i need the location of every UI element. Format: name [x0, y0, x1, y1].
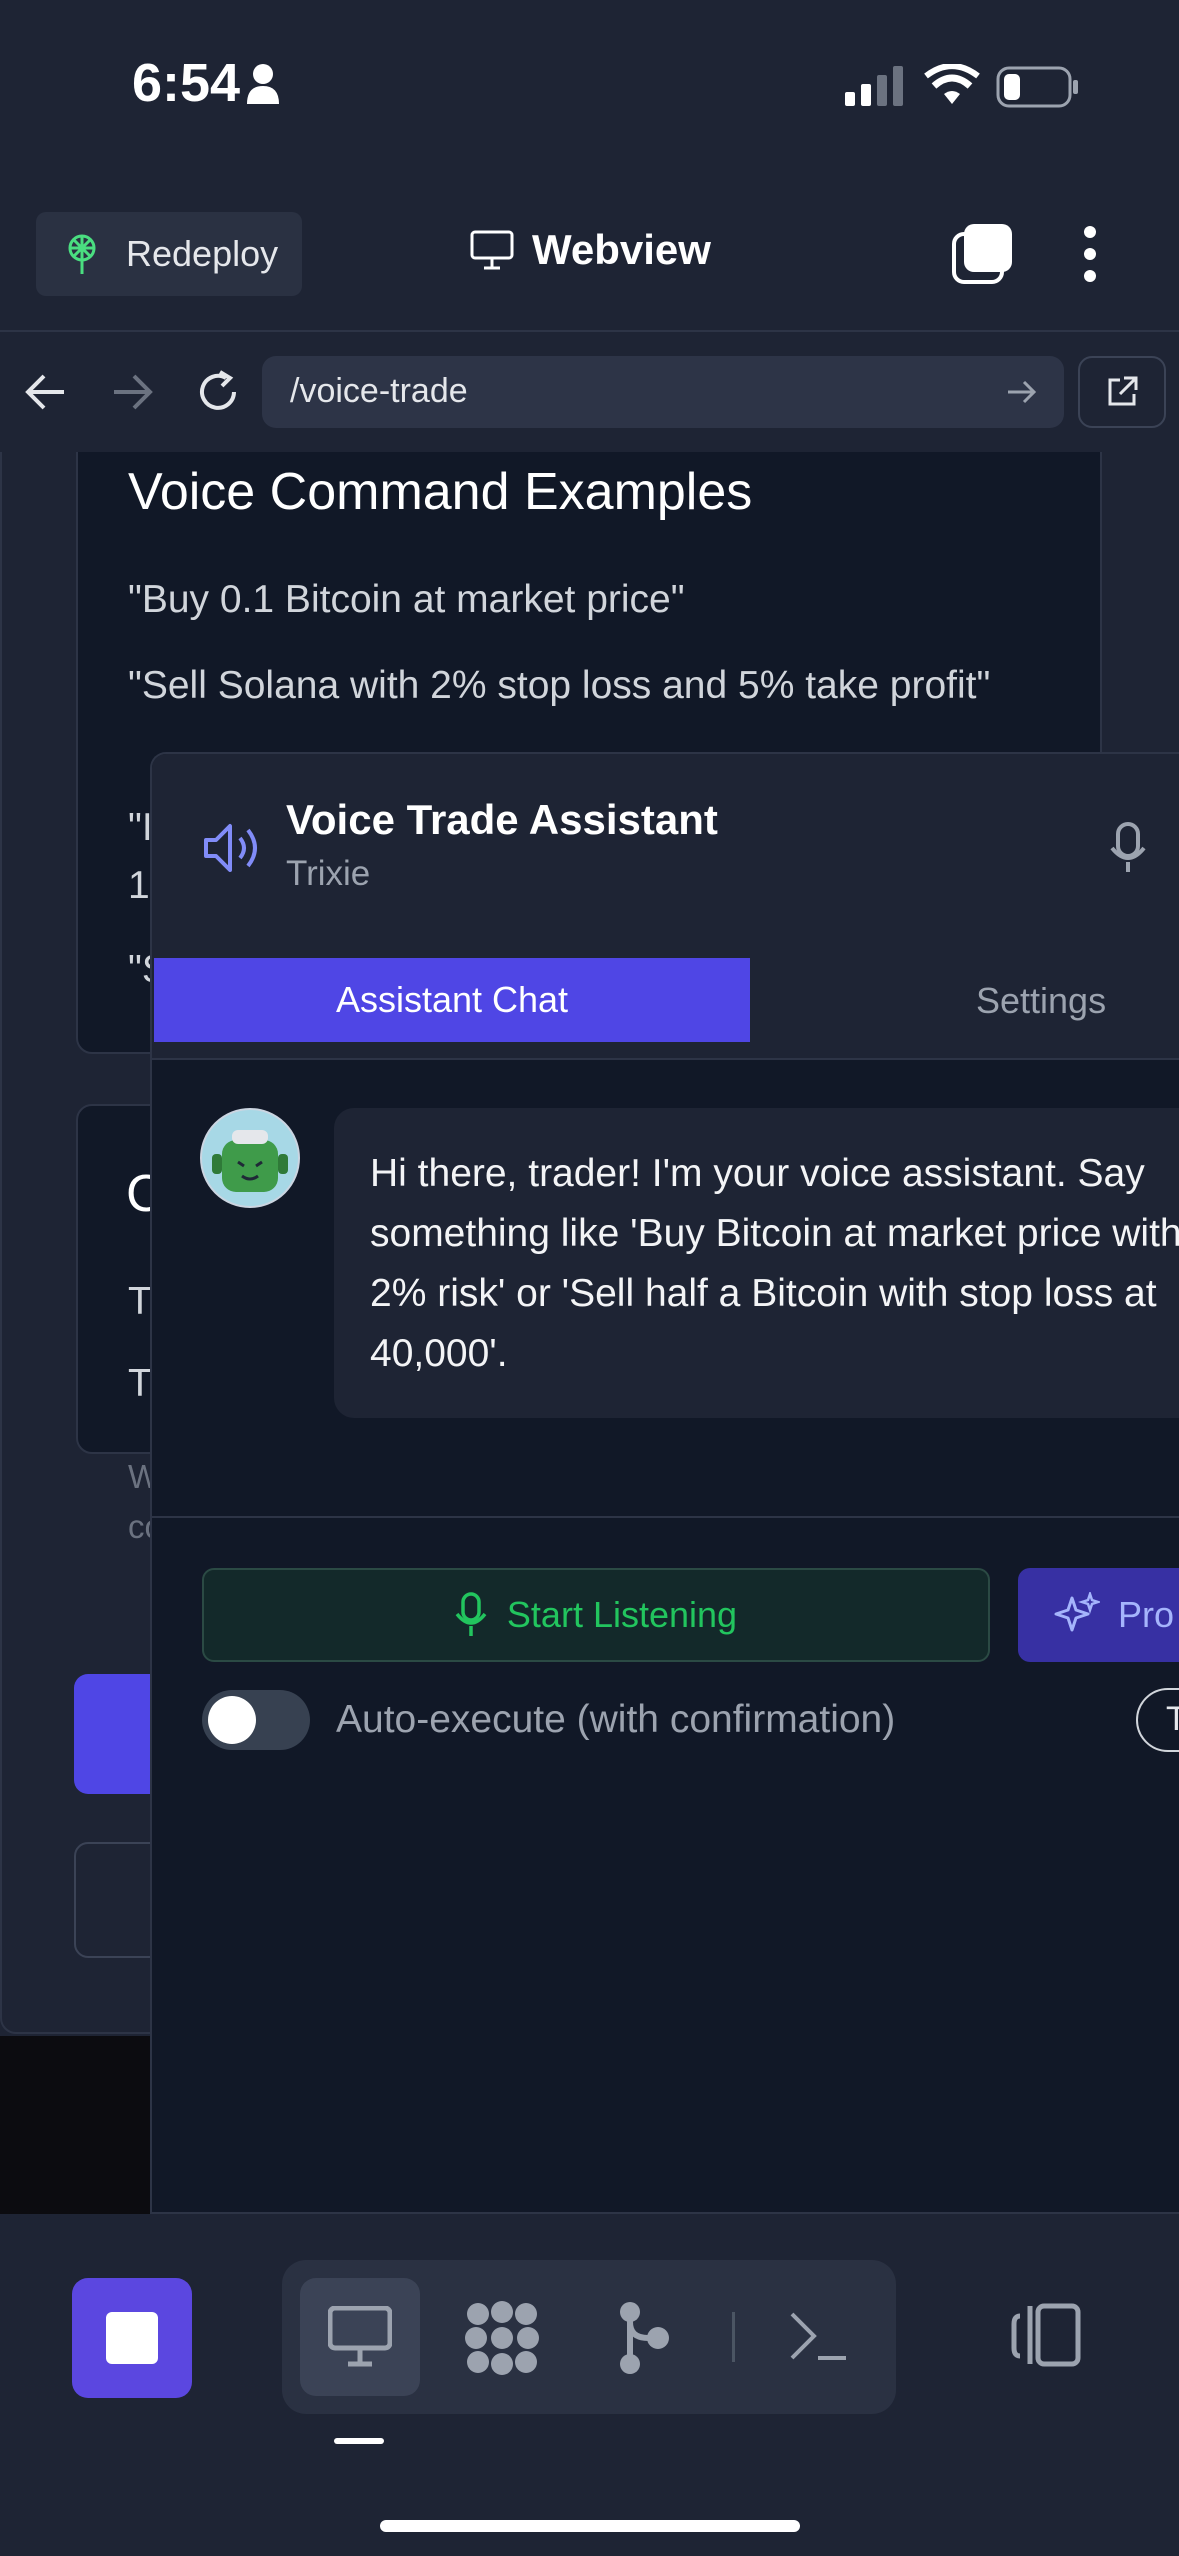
redeploy-label: Redeploy [126, 233, 279, 274]
battery-icon [996, 66, 1078, 108]
url-text: /voice-trade [290, 372, 468, 410]
redeploy-icon [68, 234, 96, 274]
auto-execute-toggle[interactable] [202, 1690, 310, 1750]
sparkles-icon [1054, 1592, 1100, 1632]
example-1: "Buy 0.1 Bitcoin at market price" [128, 578, 685, 621]
assistant-avatar [200, 1108, 300, 1208]
tab-assistant-chat[interactable]: Assistant Chat [154, 958, 750, 1042]
webview-title: Webview [470, 226, 711, 274]
auto-execute-label: Auto-execute (with confirmation) [336, 1698, 896, 1741]
example-3-partial: "I [128, 806, 153, 849]
assistant-message-text: Hi there, trader! I'm your voice assista… [370, 1152, 1179, 1375]
more-icon[interactable] [1072, 222, 1108, 286]
open-external-button[interactable] [1078, 356, 1166, 428]
toggle-knob [208, 1696, 256, 1744]
examples-title: Voice Command Examples [128, 463, 753, 521]
grid-dots-icon[interactable] [464, 2300, 540, 2376]
example-2: "Sell Solana with 2% stop loss and 5% ta… [128, 664, 991, 707]
url-input[interactable]: /voice-trade [262, 356, 1064, 428]
person-icon [247, 64, 279, 104]
partial-pill-button[interactable]: T [1136, 1688, 1179, 1752]
second-card-line-1: T [128, 1280, 152, 1323]
wifi-icon [924, 64, 980, 104]
tab-settings[interactable]: Settings [976, 980, 1106, 1022]
monitor-icon [328, 2306, 392, 2367]
microphone-icon [455, 1592, 487, 1636]
start-listening-button[interactable]: Start Listening [202, 1568, 990, 1662]
forward-icon[interactable] [110, 372, 154, 412]
second-card-line-2: T [128, 1362, 152, 1405]
speaker-icon [204, 824, 257, 872]
robot-avatar-icon [212, 1130, 288, 1192]
home-indicator [380, 2520, 800, 2532]
reload-icon[interactable] [194, 368, 242, 416]
panel-tabs: Assistant Chat Settings [152, 938, 1179, 1060]
terminal-icon[interactable] [788, 2306, 848, 2366]
tool-webview-active[interactable] [300, 2278, 420, 2396]
back-icon[interactable] [24, 372, 68, 412]
panel-subtitle: Trixie [286, 854, 371, 893]
go-arrow-icon[interactable] [1006, 378, 1038, 406]
signal-icon [845, 66, 903, 106]
active-tool-indicator [334, 2438, 384, 2444]
external-link-icon [1108, 376, 1138, 406]
panel-title: Voice Trade Assistant [286, 796, 718, 843]
panel-header: Voice Trade Assistant Trixie [152, 754, 1179, 940]
process-button[interactable]: Pro [1018, 1568, 1179, 1662]
assistant-message-bubble: Hi there, trader! I'm your voice assista… [334, 1108, 1179, 1418]
monitor-icon [470, 230, 514, 270]
status-time: 6:54 [132, 53, 241, 113]
stop-icon [106, 2312, 158, 2364]
redeploy-button[interactable]: Redeploy [36, 212, 302, 296]
git-branch-icon[interactable] [616, 2300, 672, 2376]
split-view-icon[interactable] [1010, 2302, 1082, 2368]
voice-trade-panel: Voice Trade Assistant Trixie Assistant C… [150, 752, 1179, 2214]
tool-separator [732, 2312, 735, 2362]
webview-title-text: Webview [532, 226, 711, 273]
tabs-icon[interactable] [950, 222, 1014, 286]
process-label: Pro [1118, 1594, 1175, 1635]
panel-divider [152, 1516, 1179, 1518]
start-listening-label: Start Listening [506, 1594, 738, 1635]
stop-button[interactable] [72, 2278, 192, 2398]
partial-pill-label: T [1166, 1700, 1179, 1739]
microphone-icon[interactable] [1108, 820, 1148, 876]
